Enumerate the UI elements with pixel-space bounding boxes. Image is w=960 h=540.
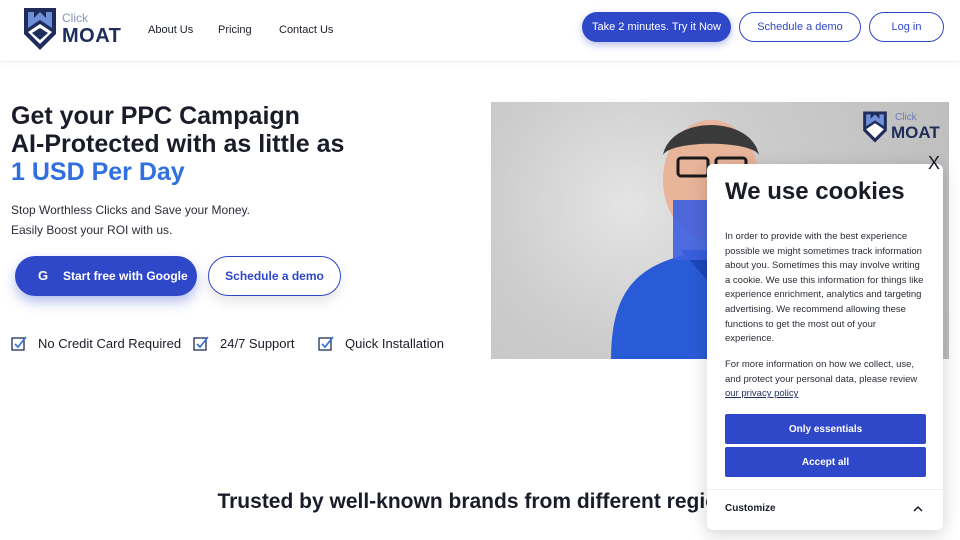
feature-support: 24/7 Support (193, 335, 294, 351)
video-logo-moat: MOAT (891, 123, 940, 142)
logo-moat-text: MOAT (62, 25, 122, 47)
chevron-up-icon[interactable] (913, 504, 923, 514)
feature-label: 24/7 Support (220, 335, 295, 351)
video-logo-click: Click (895, 112, 917, 123)
logo-shield-icon (24, 8, 56, 50)
video-logo-shield-icon (863, 111, 887, 143)
hero-sub-line1: Stop Worthless Clicks and Save your Mone… (11, 203, 250, 217)
checkbox-check-icon (11, 336, 27, 351)
nav-pricing[interactable]: Pricing (218, 24, 252, 36)
start-free-google-label: Start free with Google (63, 269, 188, 283)
hero-sub-line2: Easily Boost your ROI with us. (11, 223, 173, 237)
click-moat-logo[interactable]: Click MOAT (22, 6, 122, 54)
logo-click-text: Click (62, 11, 88, 25)
site-header: Click MOAT About Us Pricing Contact Us T… (0, 0, 960, 62)
cookie-customize-toggle[interactable]: Customize (725, 503, 776, 514)
checkbox-check-icon (318, 336, 334, 351)
feature-label: Quick Installation (345, 335, 444, 351)
header-schedule-demo-button[interactable]: Schedule a demo (739, 12, 861, 42)
video-logo: Click MOAT (861, 110, 941, 146)
logo-wordmark: Click MOAT (62, 11, 122, 48)
hero-subtitle: Stop Worthless Clicks and Save your Mone… (11, 200, 250, 240)
cookie-divider (707, 489, 943, 490)
cookie-more-info: For more information on how we collect, … (725, 358, 925, 402)
cookie-more-text: For more information on how we collect, … (725, 359, 918, 385)
start-free-google-button[interactable]: G Start free with Google (15, 256, 197, 296)
cookie-body-text: In order to provide with the best experi… (725, 231, 924, 345)
hero-title-line2: AI-Protected with as little as (11, 130, 345, 158)
google-icon: G (38, 268, 49, 283)
hero-title: Get your PPC Campaign AI-Protected with … (11, 102, 344, 186)
privacy-policy-link[interactable]: our privacy policy (725, 388, 798, 399)
login-button[interactable]: Log in (869, 12, 944, 42)
hero-schedule-demo-button[interactable]: Schedule a demo (208, 256, 341, 296)
only-essentials-button[interactable]: Only essentials (725, 414, 926, 444)
cookie-close-button[interactable]: X (928, 153, 940, 174)
hero-title-line1: Get your PPC Campaign (11, 102, 300, 130)
hero-title-accent: 1 USD Per Day (11, 158, 185, 186)
checkbox-check-icon (193, 336, 209, 351)
feature-no-credit-card: No Credit Card Required (11, 335, 181, 351)
nav-contact-us[interactable]: Contact Us (279, 24, 333, 36)
cookie-title: We use cookies (725, 178, 905, 205)
nav-about-us[interactable]: About Us (148, 24, 193, 36)
try-now-button[interactable]: Take 2 minutes. Try it Now (582, 12, 731, 42)
feature-label: No Credit Card Required (38, 335, 182, 351)
accept-all-button[interactable]: Accept all (725, 447, 926, 477)
feature-quick-install: Quick Installation (318, 335, 444, 351)
cookie-consent-panel: X We use cookies In order to provide wit… (707, 153, 943, 530)
